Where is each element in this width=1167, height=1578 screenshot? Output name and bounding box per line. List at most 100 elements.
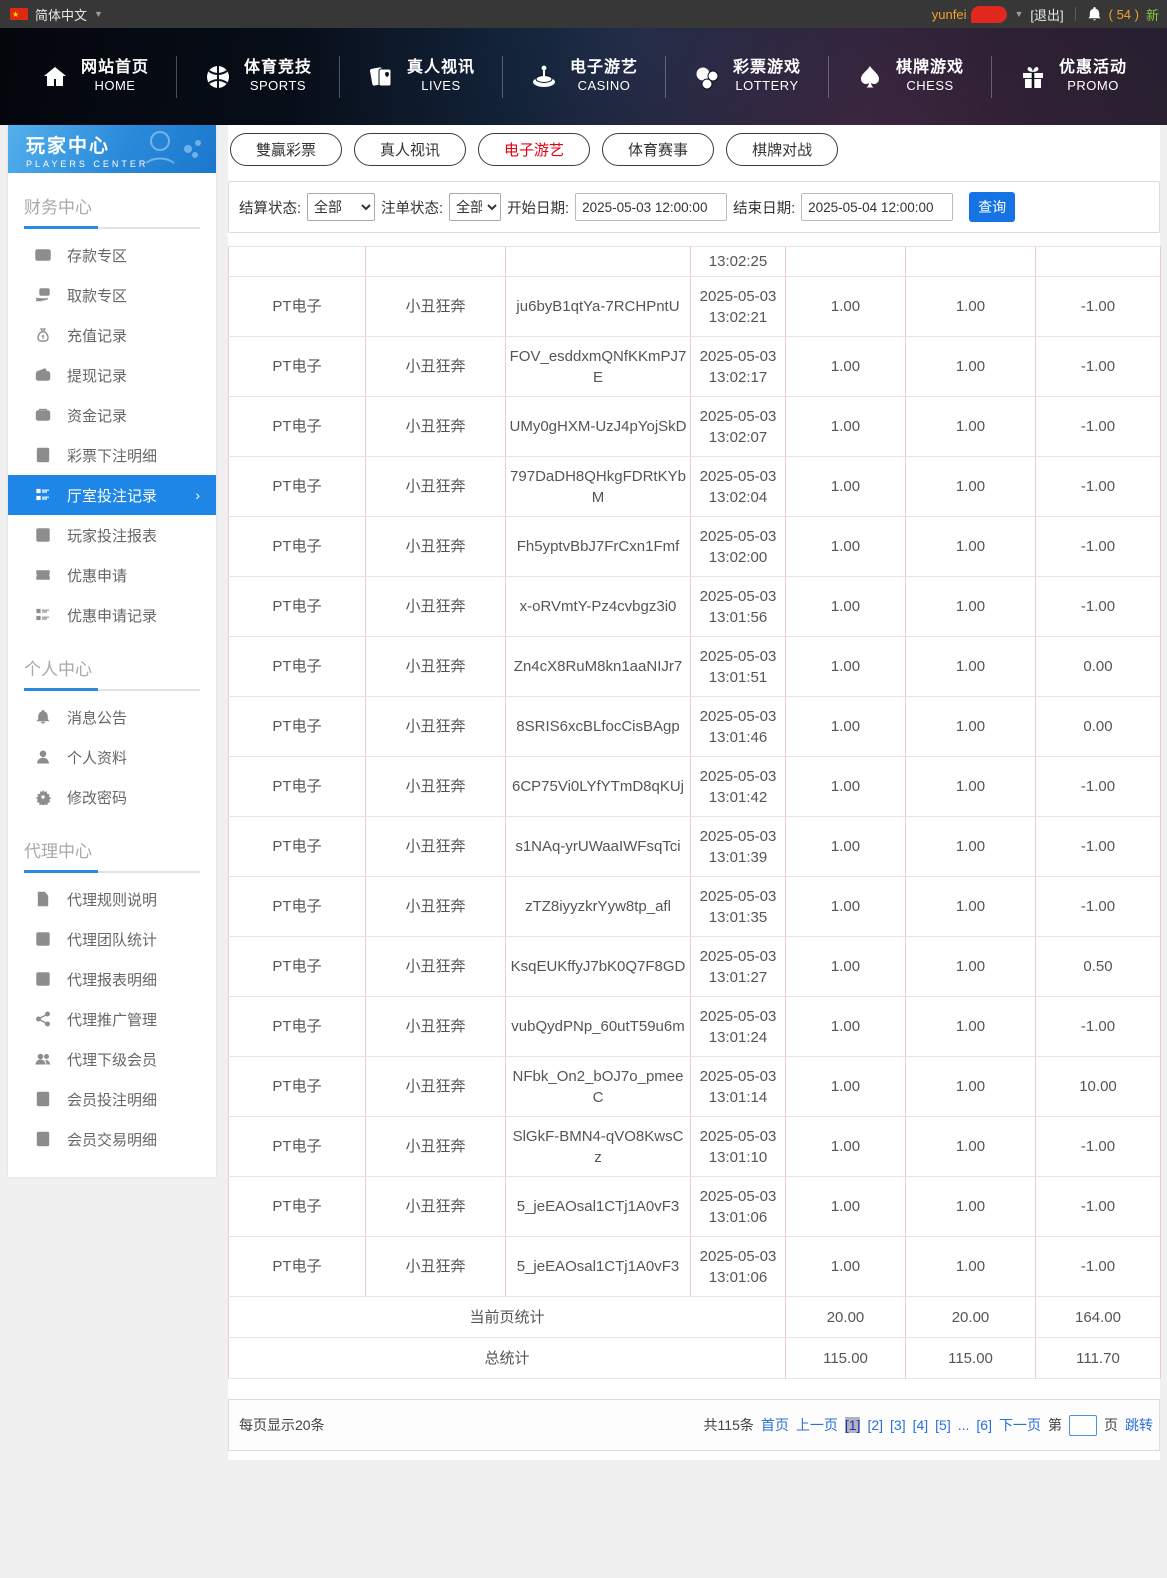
nav-label-zh: 优惠活动 — [1059, 59, 1128, 77]
category-tab[interactable]: 棋牌对战 — [726, 133, 839, 166]
notice-count[interactable]: ( 54 ) — [1109, 7, 1139, 22]
sidebar-item[interactable]: 代理下级会员 — [24, 1039, 200, 1079]
sidebar-item-label: 存款专区 — [67, 247, 128, 265]
nav-item[interactable]: 电子游艺 CASINO — [502, 58, 665, 94]
datetime-cell: 2025-05-03 13:01:56 — [690, 576, 786, 637]
sidebar-item[interactable]: 代理规则说明 — [24, 879, 200, 919]
table-row: PT电子 小丑狂奔 FOV_esddxmQNfKKmPJ7E 2025-05-0… — [228, 336, 1161, 397]
nav-label-zh: 网站首页 — [80, 59, 149, 77]
bet-id-cell: 797DaDH8QHkgFDRtKYbM — [505, 456, 691, 517]
gamepad-decoration-icon — [145, 131, 201, 164]
current-winloss-total: 164.00 — [1035, 1296, 1161, 1338]
nav-label-en: LOTTERY — [735, 78, 799, 94]
nav-label-en: LIVES — [421, 78, 461, 94]
sidebar-item[interactable]: 代理推广管理 — [24, 999, 200, 1039]
page-number-link[interactable]: [2] — [867, 1417, 883, 1433]
category-tab[interactable]: 体育赛事 — [602, 133, 715, 166]
game-cell: 小丑狂奔 — [365, 1176, 506, 1237]
game-cell: 小丑狂奔 — [365, 396, 506, 457]
sidebar-item[interactable]: 修改密码 — [24, 777, 200, 817]
sidebar-item[interactable]: 充值记录 — [24, 315, 200, 355]
sidebar-item[interactable]: 资金记录 — [24, 395, 200, 435]
first-page-link[interactable]: 首页 — [761, 1415, 789, 1435]
sidebar-item[interactable]: 个人资料 — [24, 737, 200, 777]
logout-button[interactable]: [退出] — [1030, 5, 1063, 24]
chevron-down-icon[interactable]: ▼ — [94, 9, 103, 19]
nav-item[interactable]: 真人视讯 LIVES — [339, 58, 502, 94]
game-cell: 小丑狂奔 — [365, 1236, 506, 1297]
doc-lines-icon — [34, 1131, 51, 1148]
query-button[interactable]: 查询 — [969, 192, 1016, 222]
bet-id-cell: 6CP75Vi0LYfYTmD8qKUj — [505, 756, 691, 817]
datetime-cell: 2025-05-03 13:01:14 — [690, 1056, 786, 1117]
category-tab[interactable]: 真人视讯 — [354, 133, 467, 166]
sidebar-item[interactable]: 彩票下注明细 — [24, 435, 200, 475]
start-date-input[interactable] — [575, 193, 728, 221]
category-tab[interactable]: 电子游艺 — [478, 133, 591, 166]
nav-item[interactable]: 网站首页 HOME — [13, 58, 176, 94]
gift-icon — [1018, 62, 1048, 92]
jump-button[interactable]: 跳转 — [1125, 1415, 1153, 1435]
bet-amount-cell: 1.00 — [785, 816, 906, 877]
sidebar-item[interactable]: 会员交易明细 — [24, 1119, 200, 1159]
winloss-cell: -1.00 — [1035, 576, 1161, 637]
platform-cell: PT电子 — [228, 1176, 366, 1237]
username[interactable]: yunfei — [932, 7, 967, 22]
total-count-label: 共115条 — [703, 1417, 754, 1433]
nav-label-zh: 彩票游戏 — [733, 59, 802, 77]
datetime-cell: 2025-05-03 13:01:06 — [690, 1176, 786, 1237]
nav-item[interactable]: 彩票游戏 LOTTERY — [665, 58, 828, 94]
sidebar-item[interactable]: 优惠申请记录 — [24, 595, 200, 635]
game-cell: 小丑狂奔 — [365, 456, 506, 517]
order-status-select[interactable]: 全部 — [449, 193, 502, 221]
sidebar-item[interactable]: 会员投注明细 — [24, 1079, 200, 1119]
bet-id-cell: Fh5yptvBbJ7FrCxn1Fmf — [505, 516, 691, 577]
sidebar-item[interactable]: 存款专区 — [24, 235, 200, 275]
jump-page-input[interactable] — [1069, 1414, 1097, 1436]
bet-id-cell: s1NAq-yrUWaaIWFsqTci — [505, 816, 691, 877]
game-cell: 小丑狂奔 — [365, 336, 506, 397]
per-page-label: 每页显示20条 — [239, 1417, 325, 1433]
sidebar-item[interactable]: 优惠申请 — [24, 555, 200, 595]
notice-new-label[interactable]: 新 — [1146, 5, 1159, 24]
page-number-link[interactable]: [3] — [890, 1417, 906, 1433]
sidebar-item[interactable]: 取款专区 — [24, 275, 200, 315]
end-date-input[interactable] — [801, 193, 954, 221]
prev-page-link[interactable]: 上一页 — [796, 1415, 838, 1435]
valid-amount-cell: 1.00 — [905, 576, 1036, 637]
page-number-link[interactable]: [6] — [976, 1417, 992, 1433]
sidebar-item[interactable]: 代理团队统计 — [24, 919, 200, 959]
settle-status-select[interactable]: 全部 — [307, 193, 376, 221]
sidebar-item[interactable]: 代理报表明细 — [24, 959, 200, 999]
winloss-cell: -1.00 — [1035, 876, 1161, 937]
page-number-link[interactable]: [4] — [913, 1417, 929, 1433]
page-number-link[interactable]: [1] — [844, 1417, 861, 1433]
nav-label-en: CASINO — [577, 78, 631, 94]
valid-amount-cell: 1.00 — [905, 756, 1036, 817]
winloss-cell: -1.00 — [1035, 1236, 1161, 1297]
sidebar-item[interactable]: 提现记录 — [24, 355, 200, 395]
platform-cell: PT电子 — [228, 516, 366, 577]
platform-cell: PT电子 — [228, 996, 366, 1057]
sidebar-item[interactable]: 玩家投注报表 — [24, 515, 200, 555]
language-selector[interactable]: 简体中文 — [35, 5, 87, 24]
china-flag-icon: ★ — [10, 8, 28, 20]
page-number-link[interactable]: [5] — [935, 1417, 951, 1433]
sidebar-item[interactable]: 厅室投注记录 › — [8, 475, 216, 515]
avatar — [971, 5, 1008, 23]
chevron-down-icon[interactable]: ▼ — [1014, 9, 1023, 19]
nav-item[interactable]: 体育竞技 SPORTS — [176, 58, 339, 94]
bet-id-cell: 5_jeEAOsal1CTj1A0vF3 — [505, 1176, 691, 1237]
jump-suffix-label: 页 — [1104, 1417, 1118, 1433]
bet-id-cell: 5_jeEAOsal1CTj1A0vF3 — [505, 1236, 691, 1297]
nav-item[interactable]: 棋牌游戏 CHESS — [828, 58, 991, 94]
valid-amount-cell: 1.00 — [905, 336, 1036, 397]
nav-item[interactable]: 优惠活动 PROMO — [991, 58, 1154, 94]
bell-icon[interactable] — [1087, 6, 1102, 22]
game-cell: 小丑狂奔 — [365, 276, 506, 337]
sidebar-item[interactable]: 消息公告 — [24, 697, 200, 737]
platform-cell: PT电子 — [228, 756, 366, 817]
next-page-link[interactable]: 下一页 — [999, 1415, 1041, 1435]
category-tab[interactable]: 雙贏彩票 — [230, 133, 343, 166]
page-number-link[interactable]: ... — [958, 1417, 970, 1433]
